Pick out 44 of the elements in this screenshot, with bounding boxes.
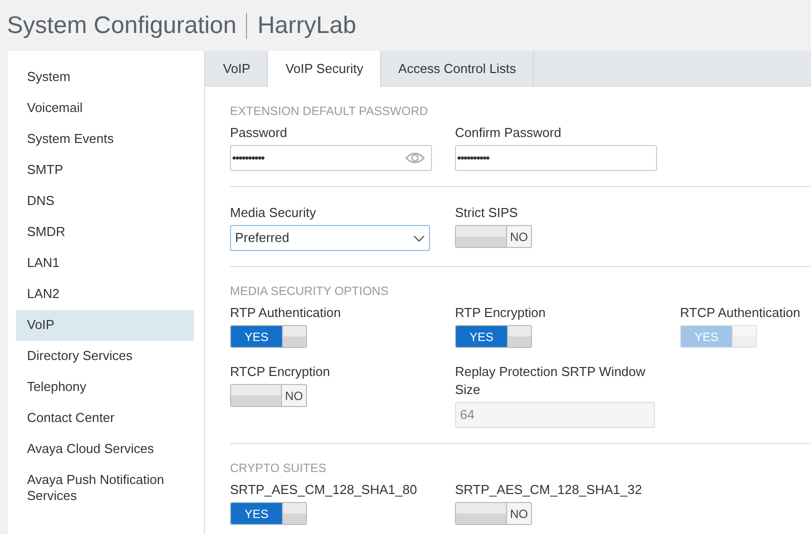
toggle-switch[interactable]: YES	[230, 502, 307, 525]
field-label: SRTP_AES_CM_128_SHA1_32	[455, 481, 643, 499]
field-label: RTCP Authentication	[680, 304, 802, 322]
section-heading: EXTENSION DEFAULT PASSWORD	[230, 104, 430, 118]
toggle-switch[interactable]: NO	[455, 502, 532, 525]
section-heading: CRYPTO SUITES	[230, 461, 328, 475]
sidebar-item[interactable]: Telephony	[16, 372, 194, 403]
sidebar-item[interactable]: DNS	[16, 186, 194, 217]
field-label: RTCP Encryption	[230, 363, 331, 381]
sidebar-item[interactable]: SMTP	[16, 155, 194, 186]
sidebar-item[interactable]: System	[16, 62, 194, 93]
field-label: RTP Encryption	[455, 304, 547, 322]
site-name: HarryLab	[257, 10, 356, 40]
window-size-field: 64	[455, 402, 655, 428]
sidebar-item[interactable]: Directory Services	[16, 341, 194, 372]
field-label: Media Security	[230, 204, 317, 222]
toggle-switch[interactable]: YES	[455, 325, 532, 348]
eye-icon[interactable]	[405, 152, 425, 164]
field-label: Confirm Password	[455, 124, 562, 142]
media-security-dropdown[interactable]: Preferred	[230, 225, 430, 251]
sidebar-item[interactable]: SMDR	[16, 217, 194, 248]
field-label: Replay Protection SRTP Window Size	[455, 363, 646, 399]
field-label: Password	[230, 124, 288, 142]
sidebar-item[interactable]: Voicemail	[16, 93, 194, 124]
tab[interactable]: VoIP Security	[268, 51, 382, 87]
field-label: Strict SIPS	[455, 204, 519, 222]
chevron-down-icon	[413, 234, 425, 242]
sidebar-item[interactable]: System Events	[16, 124, 194, 155]
toggle-switch[interactable]: NO	[455, 225, 532, 248]
sidebar-item[interactable]: Avaya Cloud Services	[16, 434, 194, 465]
sidebar-item[interactable]: Avaya Push Notification Services	[16, 465, 194, 511]
password-field[interactable]: ••••••••••	[230, 145, 432, 171]
sidebar-item[interactable]: Contact Center	[16, 403, 194, 434]
toggle-switch[interactable]: NO	[230, 384, 307, 407]
toggle-switch[interactable]: YES	[230, 325, 307, 348]
field-label: RTP Authentication	[230, 304, 342, 322]
field-label: SRTP_AES_CM_128_SHA1_80	[230, 481, 418, 499]
sidebar-item[interactable]: LAN2	[16, 279, 194, 310]
password-field[interactable]: ••••••••••	[455, 145, 657, 171]
page-title: System Configuration	[7, 10, 236, 40]
sidebar-item[interactable]: VoIP	[16, 310, 194, 341]
section-heading: MEDIA SECURITY OPTIONS	[230, 284, 390, 298]
sidebar-item[interactable]: LAN1	[16, 248, 194, 279]
toggle-switch: YES	[680, 325, 757, 348]
